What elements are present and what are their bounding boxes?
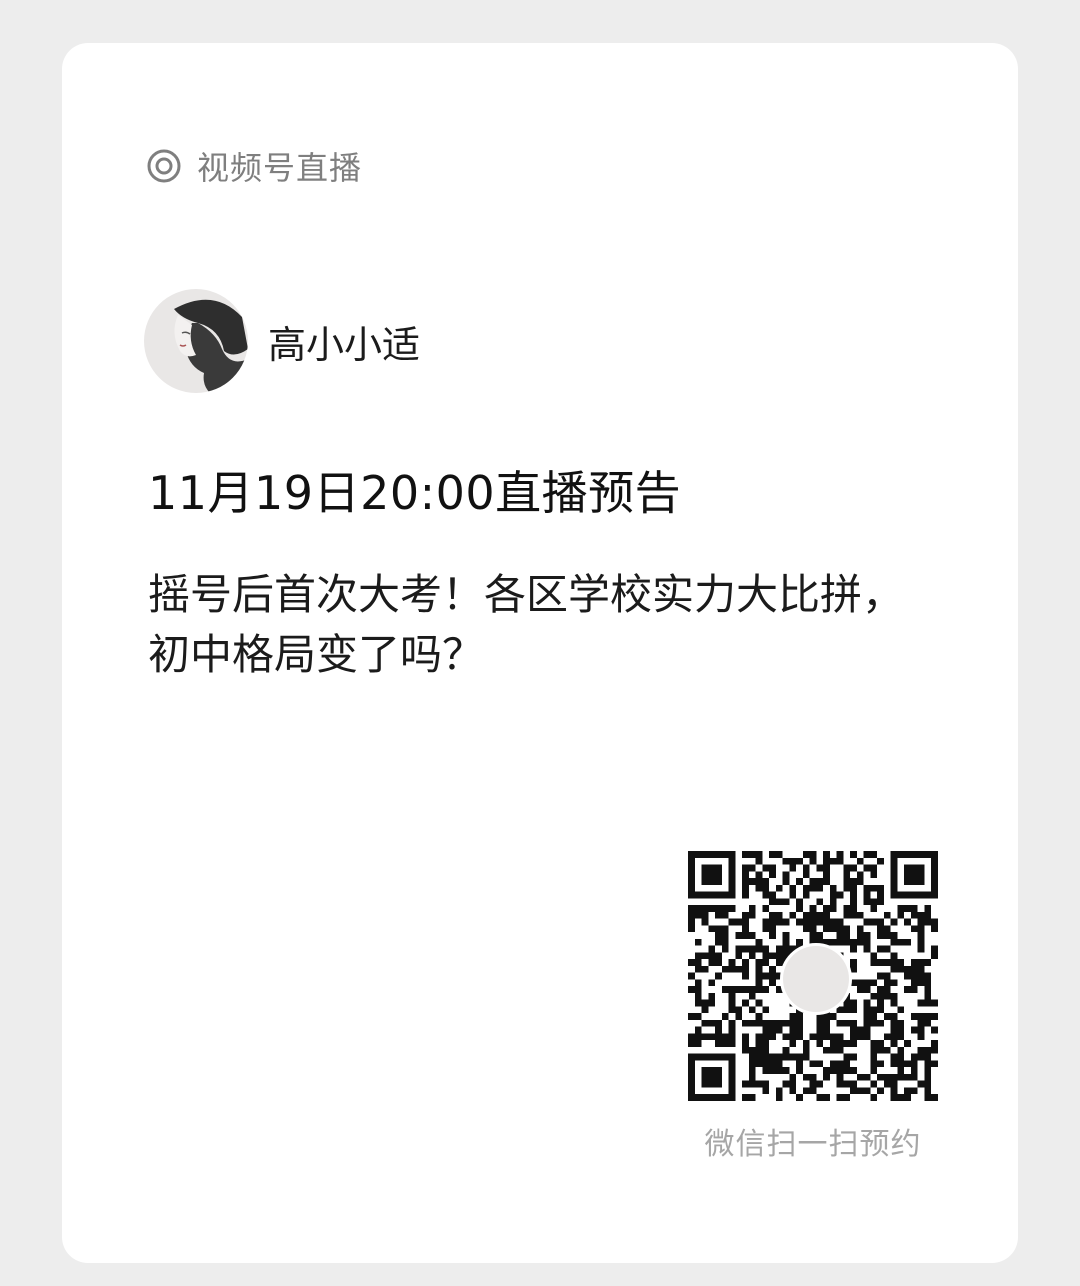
channels-icon	[147, 149, 181, 183]
qr-code[interactable]	[688, 851, 938, 1101]
avatar[interactable]	[144, 289, 248, 393]
author-row[interactable]: 高小小适	[144, 289, 420, 393]
live-time-title: 11月19日20:00直播预告	[148, 466, 682, 520]
qr-avatar	[780, 943, 852, 1015]
channel-header: 视频号直播	[147, 143, 362, 189]
live-description: 摇号后首次大考！各区学校实力大比拼，初中格局变了吗？	[148, 570, 905, 679]
author-name[interactable]: 高小小适	[268, 314, 420, 369]
qr-caption: 微信扫一扫预约	[704, 1127, 922, 1162]
channel-label: 视频号直播	[197, 149, 363, 187]
live-preview-card: 视频号直播 高小小适 11月19日20:00直播预告 摇号后首次大考！各区学校实…	[62, 43, 1018, 1263]
